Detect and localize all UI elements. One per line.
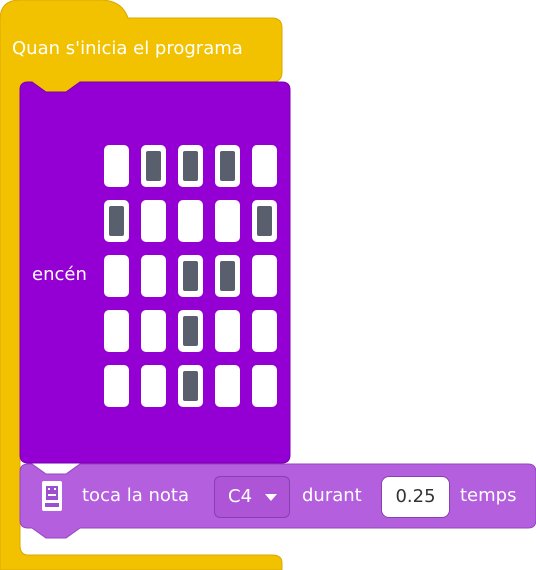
chevron-down-icon bbox=[265, 494, 277, 501]
led-on-indicator bbox=[183, 261, 198, 291]
led-on-indicator bbox=[183, 151, 198, 181]
note-dropdown[interactable]: C4 bbox=[214, 476, 290, 518]
led-cell[interactable] bbox=[141, 200, 166, 242]
led-cell[interactable] bbox=[215, 200, 240, 242]
led-on-indicator bbox=[220, 151, 235, 181]
led-on-indicator bbox=[183, 316, 198, 346]
led-on-indicator bbox=[146, 151, 161, 181]
led-cell[interactable] bbox=[215, 310, 240, 352]
led-cell[interactable] bbox=[141, 365, 166, 407]
led-cell[interactable] bbox=[252, 365, 277, 407]
microbit-board-icon bbox=[42, 481, 62, 511]
for-label: durant bbox=[302, 485, 362, 506]
led-cell[interactable] bbox=[178, 200, 203, 242]
led-cell[interactable] bbox=[141, 145, 166, 187]
led-cell[interactable] bbox=[141, 310, 166, 352]
led-on-indicator bbox=[183, 371, 198, 401]
led-cell[interactable] bbox=[252, 200, 277, 242]
led-cell[interactable] bbox=[178, 255, 203, 297]
led-cell[interactable] bbox=[104, 365, 129, 407]
led-cell[interactable] bbox=[104, 310, 129, 352]
beats-input[interactable]: 0.25 bbox=[381, 476, 450, 518]
led-cell[interactable] bbox=[252, 310, 277, 352]
led-cell[interactable] bbox=[215, 255, 240, 297]
led-on-indicator bbox=[220, 261, 235, 291]
led-cell[interactable] bbox=[178, 310, 203, 352]
beats-label: temps bbox=[460, 485, 517, 506]
led-cell[interactable] bbox=[104, 255, 129, 297]
led-cell[interactable] bbox=[252, 255, 277, 297]
led-cell[interactable] bbox=[215, 365, 240, 407]
on-start-label: Quan s'inicia el programa bbox=[12, 38, 243, 59]
led-cell[interactable] bbox=[104, 200, 129, 242]
code-canvas: Quan s'inicia el programa encén toca la … bbox=[0, 0, 536, 570]
led-cell[interactable] bbox=[215, 145, 240, 187]
led-cell[interactable] bbox=[178, 145, 203, 187]
show-leds-label: encén bbox=[32, 264, 87, 285]
led-on-indicator bbox=[257, 206, 272, 236]
led-cell[interactable] bbox=[252, 145, 277, 187]
play-tone-label: toca la nota bbox=[82, 485, 189, 506]
led-cell[interactable] bbox=[141, 255, 166, 297]
led-cell[interactable] bbox=[104, 145, 129, 187]
led-cell[interactable] bbox=[178, 365, 203, 407]
led-on-indicator bbox=[109, 206, 124, 236]
note-value: C4 bbox=[228, 486, 253, 507]
led-matrix bbox=[104, 145, 284, 407]
